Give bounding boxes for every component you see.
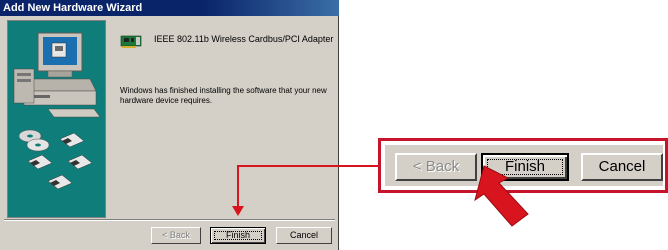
connector-line — [237, 165, 378, 208]
annotation-arrows — [232, 165, 529, 227]
pointer-arrow-icon — [474, 165, 529, 227]
connector-arrowhead-icon — [232, 206, 244, 216]
